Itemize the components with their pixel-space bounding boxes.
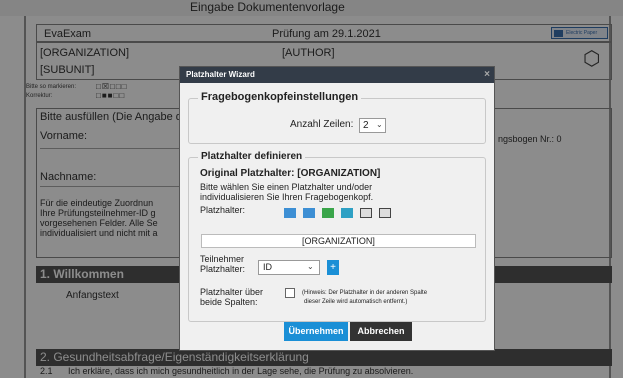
- participant-value: ID: [263, 262, 272, 272]
- barcode-icon[interactable]: [360, 208, 372, 218]
- user-icon[interactable]: [322, 208, 334, 218]
- close-icon[interactable]: ×: [484, 67, 490, 83]
- participant-label: Teilnehmer: [200, 254, 245, 264]
- cancel-button[interactable]: Abbrechen: [350, 322, 412, 341]
- participant-label: Platzhalter:: [200, 264, 246, 274]
- hint-line: dieser Zeile wird automatisch entfernt.): [304, 299, 408, 305]
- dialog-title: Platzhalter Wizard: [186, 70, 255, 79]
- chevron-down-icon: ⌄: [376, 120, 383, 129]
- header-settings-title: Fragebogenkopfeinstellungen: [198, 91, 362, 103]
- placeholder-label: Platzhalter:: [200, 205, 246, 215]
- placeholder-input[interactable]: [ORGANIZATION]: [201, 234, 476, 248]
- both-columns-label: Platzhalter über: [200, 287, 264, 297]
- both-columns-checkbox[interactable]: [285, 288, 295, 298]
- placeholder-wizard-dialog: Platzhalter Wizard × Fragebogenkopfeinst…: [179, 66, 495, 351]
- participant-select[interactable]: ID ⌄: [258, 260, 320, 275]
- people-icon[interactable]: [303, 208, 315, 218]
- rows-select[interactable]: 2 ⌄: [359, 118, 386, 133]
- apply-label: Übernehmen: [288, 326, 344, 336]
- add-label: +: [330, 262, 336, 273]
- rows-value: 2: [363, 120, 369, 131]
- instruction-line: individualisieren Sie Ihren Fragebogenko…: [200, 192, 374, 202]
- rows-label: Anzahl Zeilen:: [290, 119, 354, 130]
- add-participant-button[interactable]: +: [327, 260, 339, 275]
- cancel-label: Abbrechen: [357, 326, 405, 336]
- tag-icon[interactable]: [341, 208, 353, 218]
- original-placeholder-label: Original Platzhalter: [ORGANIZATION]: [200, 168, 381, 179]
- code-icon[interactable]: [379, 208, 391, 218]
- define-placeholder-title: Platzhalter definieren: [198, 151, 306, 162]
- placeholder-value: [ORGANIZATION]: [302, 236, 375, 246]
- both-columns-label: beide Spalten:: [200, 297, 258, 307]
- dialog-titlebar: Platzhalter Wizard ×: [180, 67, 494, 83]
- placeholder-icon-toolbar: [284, 208, 394, 218]
- apply-button[interactable]: Übernehmen: [284, 322, 348, 341]
- instruction-line: Bitte wählen Sie einen Platzhalter und/o…: [200, 182, 373, 192]
- comment-icon[interactable]: [284, 208, 296, 218]
- chevron-down-icon: ⌄: [307, 262, 314, 271]
